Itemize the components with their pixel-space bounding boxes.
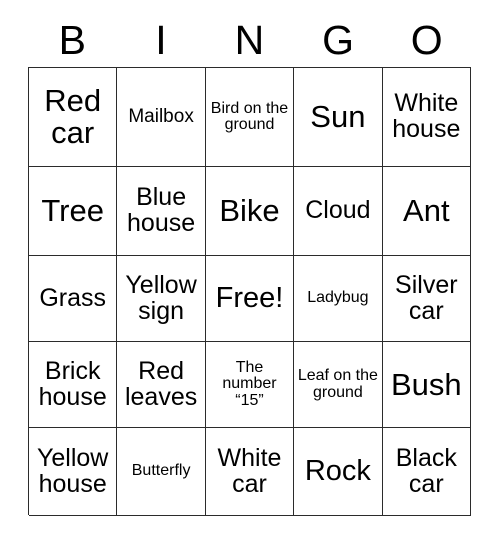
bingo-card: B I N G O Red car Mailbox Bird on the gr… — [0, 0, 500, 544]
header-letter-b: B — [58, 17, 86, 63]
bingo-cell-label: Cloud — [305, 196, 371, 225]
bingo-header-row: B I N G O — [28, 14, 471, 67]
bingo-cell-i1[interactable]: Mailbox — [117, 68, 206, 167]
bingo-cell-b2[interactable]: Tree — [29, 167, 118, 256]
header-letter-n: N — [234, 17, 265, 63]
header-letter-g: G — [322, 17, 355, 63]
bingo-cell-n1[interactable]: Bird on the ground — [205, 68, 295, 167]
bingo-cell-label: Rock — [304, 454, 371, 487]
header-letter-o: O — [410, 17, 443, 63]
bingo-cell-label: Bird on the ground — [210, 99, 289, 133]
bingo-cell-label: Free! — [215, 281, 284, 314]
bingo-cell-o1[interactable]: White house — [382, 68, 471, 167]
bingo-cell-label: Yellow house — [37, 443, 109, 498]
bingo-cell-o2[interactable]: Ant — [382, 167, 471, 256]
bingo-cell-g4[interactable]: Leaf on the ground — [294, 342, 383, 428]
bingo-cell-label: Bike — [219, 193, 280, 229]
bingo-cell-label: Red leaves — [124, 356, 198, 411]
bingo-cell-i4[interactable]: Red leaves — [117, 342, 206, 428]
bingo-cell-o3[interactable]: Silver car — [382, 256, 471, 342]
bingo-cell-o5[interactable]: Black car — [382, 428, 471, 516]
bingo-cell-free-space[interactable]: Free! — [205, 256, 295, 342]
bingo-cell-n5[interactable]: White car — [205, 428, 295, 516]
bingo-cell-b3[interactable]: Grass — [29, 256, 118, 342]
bingo-cell-n2[interactable]: Bike — [205, 167, 295, 256]
bingo-grid: Red car Mailbox Bird on the ground Sun W… — [28, 67, 471, 516]
bingo-cell-o4[interactable]: Bush — [382, 342, 471, 428]
bingo-cell-g1[interactable]: Sun — [294, 68, 383, 167]
bingo-cell-b4[interactable]: Brick house — [29, 342, 118, 428]
bingo-cell-i5[interactable]: Butterfly — [117, 428, 206, 516]
bingo-cell-label: Blue house — [127, 183, 196, 237]
bingo-cell-label: Black car — [395, 443, 457, 498]
bingo-cell-label: Silver car — [395, 270, 458, 325]
bingo-cell-label: Brick house — [38, 356, 107, 411]
header-letter-i: I — [155, 17, 167, 63]
bingo-cell-g2[interactable]: Cloud — [294, 167, 383, 256]
bingo-cell-label: Red car — [44, 83, 102, 150]
bingo-cell-label: White house — [392, 89, 461, 143]
bingo-cell-label: White car — [217, 443, 282, 498]
bingo-cell-b1[interactable]: Red car — [29, 68, 118, 167]
bingo-cell-label: Yellow sign — [125, 270, 197, 325]
bingo-cell-g3[interactable]: Ladybug — [294, 256, 383, 342]
bingo-cell-i3[interactable]: Yellow sign — [117, 256, 206, 342]
bingo-cell-label: Ant — [403, 193, 450, 229]
bingo-cell-label: Sun — [310, 99, 366, 135]
bingo-cell-label: Bush — [390, 366, 462, 402]
bingo-cell-label: Butterfly — [131, 462, 191, 480]
bingo-cell-i2[interactable]: Blue house — [117, 167, 206, 256]
bingo-cell-label: The number “15” — [222, 358, 277, 409]
bingo-cell-label: Ladybug — [307, 289, 369, 307]
bingo-cell-label: Tree — [41, 193, 104, 229]
bingo-cell-label: Leaf on the ground — [297, 367, 378, 401]
bingo-cell-label: Grass — [39, 283, 107, 312]
bingo-cell-g5[interactable]: Rock — [294, 428, 383, 516]
bingo-cell-label: Mailbox — [128, 106, 194, 128]
bingo-cell-n4[interactable]: The number “15” — [205, 342, 295, 428]
bingo-cell-b5[interactable]: Yellow house — [29, 428, 118, 516]
